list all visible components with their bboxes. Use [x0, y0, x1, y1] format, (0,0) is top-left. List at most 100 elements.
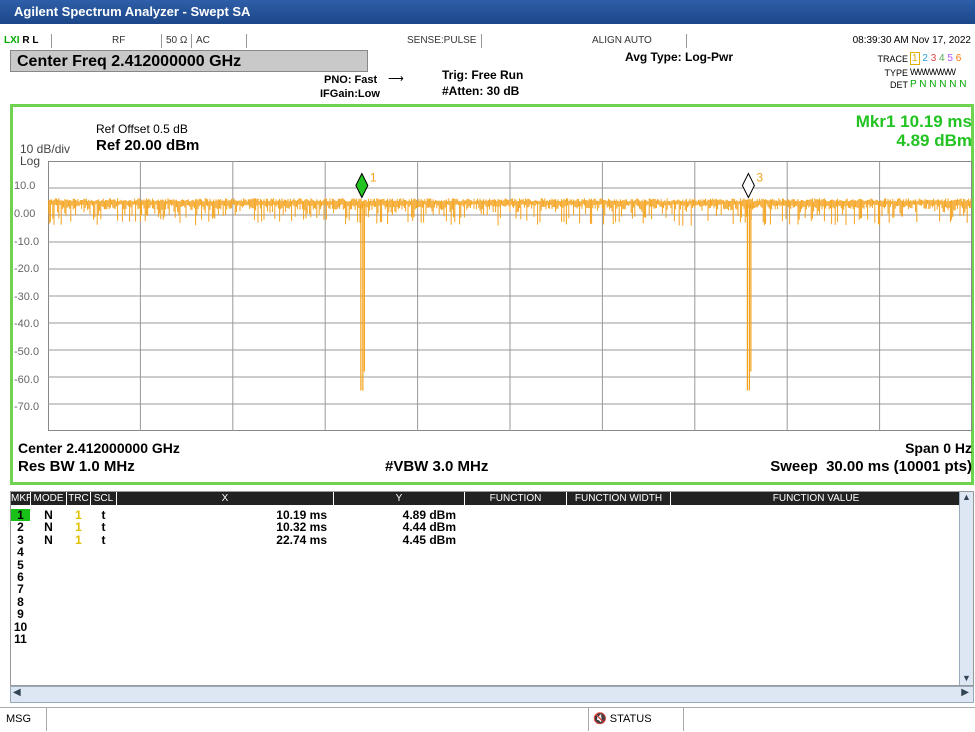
marker-cell-y: 4.44 dBm [402, 520, 456, 535]
marker-cell-y: 4.89 dBm [402, 508, 456, 522]
ifgain-label: IFGain:Low [320, 88, 380, 100]
scroll-up-icon: ▲ [962, 492, 971, 502]
marker-cell-y: 4.45 dBm [402, 532, 456, 547]
col-header: FUNCTION [465, 492, 566, 505]
vertical-scrollbar[interactable]: ▲ ▼ [959, 492, 973, 685]
marker-table: MKR MODE TRC SCL X Y FUNCTION FUNCTION W… [10, 491, 974, 686]
impedance-label: 50 Ω [162, 34, 192, 48]
trace-plot: 13 [48, 161, 972, 431]
marker-cell-mode: N [44, 508, 53, 522]
marker-cell-mkr: 3 [17, 532, 24, 547]
trace-dip [360, 204, 365, 391]
trig-label: Trig: Free Run [442, 68, 524, 82]
marker-cell-mkr: 8 [17, 594, 24, 609]
marker-diamond-1 [355, 172, 369, 199]
table-row[interactable] [11, 571, 961, 583]
marker-cell-scl: t [101, 520, 106, 535]
speaker-muted-icon: 🔇 [593, 713, 607, 725]
trigger-arrow-icon: ⟶ [388, 73, 404, 85]
pno-label: PNO: Fast [324, 74, 378, 86]
det-label: DET [890, 80, 908, 90]
table-row[interactable] [11, 621, 961, 633]
rf-input-label: RF [52, 34, 162, 48]
marker-diamond-3 [741, 172, 755, 199]
marker-cell-mkr: 11 [14, 632, 27, 646]
marker-cell-scl: t [101, 532, 106, 547]
marker-cell-scl: t [101, 508, 106, 522]
vbw-label: #VBW 3.0 MHz [385, 458, 489, 475]
coupling-label: AC [192, 34, 247, 48]
y-tick: -60.0 [14, 374, 40, 386]
table-row[interactable] [11, 608, 961, 620]
sense-label: SENSE:PULSE [247, 34, 482, 48]
msg-label: MSG [0, 708, 47, 731]
window-titlebar: Agilent Spectrum Analyzer - Swept SA [0, 0, 975, 24]
table-row[interactable] [11, 596, 961, 608]
window-title: Agilent Spectrum Analyzer - Swept SA [14, 4, 251, 19]
atten-label: #Atten: 30 dB [442, 84, 520, 98]
marker-cell-mkr: 10 [13, 619, 28, 634]
scroll-right-icon[interactable]: ▶ [961, 687, 969, 698]
marker-readout-time: Mkr1 10.19 ms [855, 112, 972, 131]
y-tick: -70.0 [14, 401, 40, 413]
col-header: TRC [67, 492, 90, 505]
status-strip: LXI R L RF 50 Ω AC SENSE:PULSE ALIGN AUT… [0, 34, 975, 49]
align-label: ALIGN AUTO [482, 34, 687, 48]
sweep-label: Sweep 30.00 ms (10001 pts) [770, 458, 972, 475]
center-freq-display[interactable]: Center Freq 2.412000000 GHz [10, 50, 368, 72]
horizontal-scrollbar[interactable]: ◀ ▶ [10, 686, 974, 703]
marker-cell-trc: 1 [75, 508, 82, 522]
center-freq-label: Center 2.412000000 GHz [18, 440, 180, 456]
scroll-left-icon[interactable]: ◀ [13, 687, 21, 698]
marker-cell-trc: 1 [75, 532, 82, 547]
marker-cell-mkr: 7 [17, 582, 24, 597]
marker-cell-mkr: 4 [17, 545, 24, 560]
marker-layer: 13 [355, 171, 763, 199]
col-header: Y [334, 492, 464, 505]
marker-cell-mkr: 9 [17, 607, 24, 622]
marker-cell-mkr: 5 [17, 557, 24, 572]
col-header: SCL [91, 492, 116, 505]
y-tick: -40.0 [14, 318, 40, 330]
y-tick: -50.0 [14, 346, 40, 358]
marker-cell-mode: N [44, 532, 53, 547]
table-row[interactable] [11, 546, 961, 558]
marker-cell-mode: N [44, 520, 53, 535]
col-header: MKR [11, 492, 34, 505]
marker-number-3: 3 [756, 171, 763, 185]
settings-header: Center Freq 2.412000000 GHz PNO: Fast IF… [0, 48, 975, 104]
y-tick: -30.0 [14, 291, 40, 303]
span-label: Span 0 Hz [905, 440, 972, 456]
trace-digits: 1 2 3 4 5 6 [910, 52, 962, 65]
y-tick: -20.0 [14, 263, 40, 275]
table-row[interactable] [11, 559, 961, 571]
table-row[interactable] [11, 583, 961, 595]
type-value: WWWWWW [910, 67, 956, 77]
table-row[interactable] [11, 633, 961, 645]
marker-cell-x: 10.32 ms [276, 520, 327, 535]
datetime: 08:39:30 AM Nov 17, 2022 [852, 35, 971, 46]
avg-type-label: Avg Type: Log-Pwr [625, 50, 733, 64]
status-label: STATUS [609, 713, 652, 725]
col-header: MODE [31, 492, 66, 505]
y-tick: -10.0 [14, 236, 40, 248]
col-header: FUNCTION WIDTH [567, 492, 670, 505]
marker-cell-mkr: 1 [11, 509, 30, 521]
marker-number-1: 1 [370, 171, 377, 185]
trace-noise-band [48, 198, 972, 226]
y-tick: 10.0 [14, 180, 36, 192]
trace-label: TRACE [877, 54, 908, 64]
y-tick: 0.00 [14, 208, 36, 220]
scroll-down-icon: ▼ [962, 673, 971, 683]
rbw-label: Res BW 1.0 MHz [18, 458, 135, 475]
lxi-logo: LXI R L [0, 34, 52, 48]
marker-cell-x: 22.74 ms [276, 532, 327, 547]
ref-offset-label: Ref Offset 0.5 dB [96, 122, 188, 136]
marker-cell-mkr: 6 [17, 570, 24, 584]
marker-readout-amplitude: 4.89 dBm [896, 131, 972, 150]
type-label: TYPE [884, 68, 908, 78]
marker-cell-trc: 1 [75, 520, 82, 535]
trace-dip [746, 204, 752, 391]
status-button[interactable]: 🔇 STATUS [588, 708, 684, 731]
det-value: P N N N N N [910, 79, 967, 90]
